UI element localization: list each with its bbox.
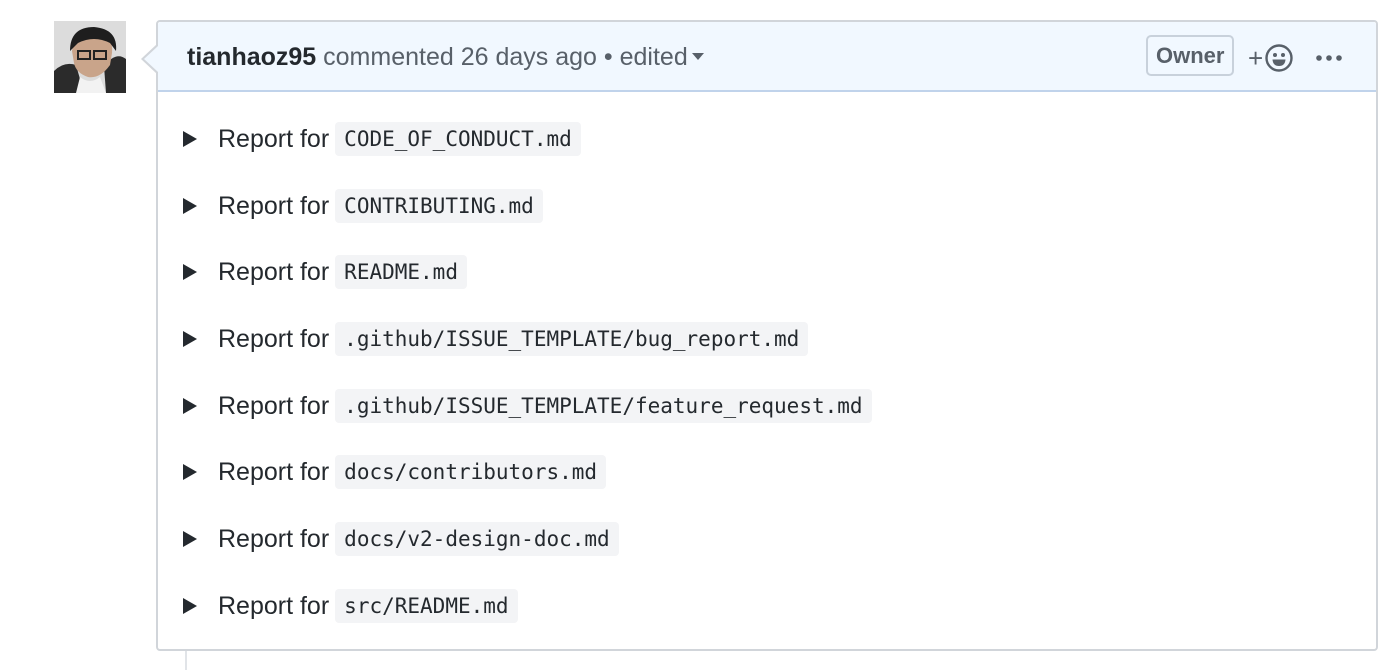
edited-label: edited	[619, 43, 688, 71]
report-details-2[interactable]: Report for CONTRIBUTING.md	[183, 186, 543, 226]
comment-action: commented	[323, 43, 454, 71]
report-label: Report for	[218, 257, 330, 286]
report-file: docs/contributors.md	[335, 455, 607, 489]
report-details-5[interactable]: Report for .github/ISSUE_TEMPLATE/featur…	[183, 386, 872, 426]
timeline-line	[185, 650, 187, 670]
report-details-1[interactable]: Report for CODE_OF_CONDUCT.md	[183, 119, 581, 159]
disclosure-triangle-icon	[183, 131, 197, 147]
smiley-icon	[1265, 44, 1293, 72]
disclosure-triangle-icon	[183, 198, 197, 214]
report-file: docs/v2-design-doc.md	[335, 522, 619, 556]
disclosure-triangle-icon	[183, 598, 197, 614]
disclosure-triangle-icon	[183, 264, 197, 280]
comment-pointer-fill	[144, 46, 158, 72]
report-file: .github/ISSUE_TEMPLATE/bug_report.md	[335, 322, 809, 356]
comment-box: tianhaoz95 commented 26 days ago • edite…	[141, 20, 1378, 651]
report-details-4[interactable]: Report for .github/ISSUE_TEMPLATE/bug_re…	[183, 319, 809, 359]
report-label: Report for	[218, 191, 330, 220]
comment-time[interactable]: 26 days ago	[461, 43, 597, 71]
caret-down-icon	[691, 53, 704, 61]
report-file: src/README.md	[335, 589, 518, 623]
meta-separator: •	[603, 43, 613, 71]
report-details-7[interactable]: Report for docs/v2-design-doc.md	[183, 519, 619, 559]
report-label: Report for	[218, 524, 330, 553]
comment-meta: tianhaoz95 commented 26 days ago • edite…	[187, 42, 704, 72]
report-details-8[interactable]: Report for src/README.md	[183, 586, 518, 626]
report-label: Report for	[218, 391, 330, 420]
edited-dropdown[interactable]: edited	[620, 43, 704, 71]
report-label: Report for	[218, 124, 330, 153]
report-details-6[interactable]: Report for docs/contributors.md	[183, 452, 607, 492]
author-link[interactable]: tianhaoz95	[187, 43, 316, 71]
disclosure-triangle-icon	[183, 398, 197, 414]
report-label: Report for	[218, 324, 330, 353]
avatar[interactable]	[54, 21, 126, 93]
owner-badge: Owner	[1146, 35, 1235, 76]
report-label: Report for	[218, 457, 330, 486]
reaction-plus: +	[1248, 43, 1264, 73]
report-file: README.md	[335, 255, 467, 289]
add-reaction-button[interactable]: +	[1248, 42, 1294, 74]
disclosure-triangle-icon	[183, 331, 197, 347]
avatar-image	[54, 21, 126, 93]
report-file: .github/ISSUE_TEMPLATE/feature_request.m…	[335, 389, 872, 423]
report-label: Report for	[218, 591, 330, 620]
report-file: CONTRIBUTING.md	[335, 189, 543, 223]
disclosure-triangle-icon	[183, 531, 197, 547]
disclosure-triangle-icon	[183, 464, 197, 480]
comment-header: tianhaoz95 commented 26 days ago • edite…	[158, 22, 1376, 92]
kebab-horizontal-icon[interactable]	[1314, 50, 1344, 66]
report-file: CODE_OF_CONDUCT.md	[335, 122, 581, 156]
report-details-3[interactable]: Report for README.md	[183, 252, 467, 292]
